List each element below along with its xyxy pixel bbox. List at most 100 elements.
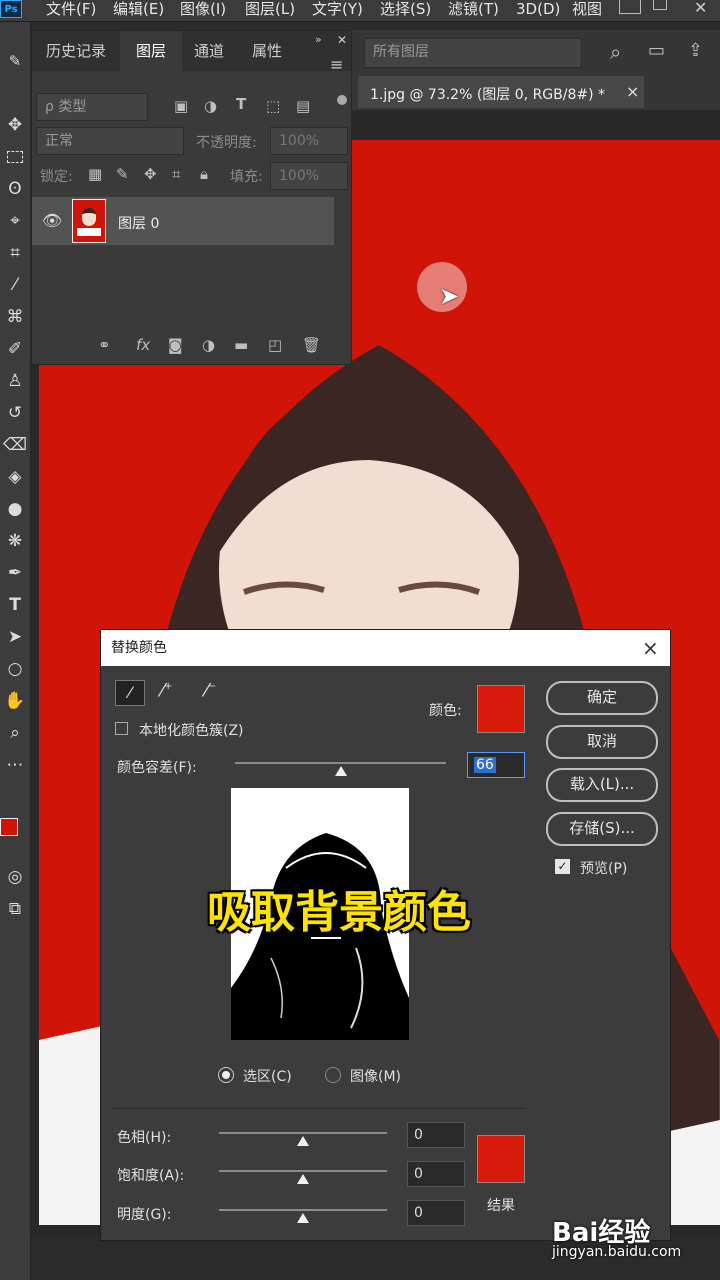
layer-name[interactable]: 图层 0 bbox=[118, 213, 159, 233]
close-window-icon[interactable]: ✕ bbox=[694, 0, 707, 17]
lightness-slider-thumb[interactable] bbox=[297, 1213, 309, 1223]
adjustment-icon[interactable]: ◑ bbox=[202, 336, 215, 354]
minimize-icon[interactable] bbox=[619, 0, 641, 14]
workspace-icon[interactable]: ▭ bbox=[648, 40, 665, 61]
radio-image[interactable] bbox=[325, 1067, 341, 1083]
document-tab-close-icon[interactable]: × bbox=[626, 82, 639, 101]
type-filter-icon[interactable]: T bbox=[236, 95, 246, 113]
opacity-input[interactable]: 100% bbox=[270, 127, 348, 155]
lightness-input[interactable]: 0 bbox=[407, 1200, 465, 1226]
result-swatch[interactable] bbox=[477, 1135, 525, 1183]
blend-mode-select[interactable]: 正常 bbox=[36, 127, 184, 155]
tab-channels[interactable]: 通道 bbox=[182, 31, 236, 71]
lasso-tool-icon[interactable]: ʘ bbox=[2, 176, 28, 202]
eyedropper-minus-icon[interactable]: ⁄− bbox=[205, 680, 216, 701]
path-selection-icon[interactable]: ➤ bbox=[2, 624, 28, 650]
foreground-color-swatch[interactable] bbox=[0, 818, 18, 836]
shape-filter-icon[interactable]: ⬚ bbox=[266, 97, 280, 115]
new-layer-icon[interactable]: ◰ bbox=[268, 336, 282, 354]
trash-icon[interactable]: 🗑︎ bbox=[302, 336, 321, 354]
sponge-tool-icon[interactable]: ❋ bbox=[2, 528, 28, 554]
zoom-tool-icon[interactable]: ⌕ bbox=[2, 720, 28, 746]
folder-icon[interactable]: ▬ bbox=[234, 336, 248, 354]
hue-input[interactable]: 0 bbox=[407, 1122, 465, 1148]
quick-selection-icon[interactable]: ⌖ bbox=[2, 208, 28, 234]
hue-slider-thumb[interactable] bbox=[297, 1136, 309, 1146]
paint-bucket-icon[interactable]: ◈ bbox=[2, 464, 28, 490]
saturation-slider-thumb[interactable] bbox=[297, 1174, 309, 1184]
fuzziness-slider-track[interactable] bbox=[235, 762, 446, 764]
marquee-tool-icon[interactable] bbox=[2, 144, 28, 170]
adjustment-filter-icon[interactable]: ◑ bbox=[204, 97, 217, 115]
maximize-icon[interactable] bbox=[653, 0, 667, 10]
lock-all-icon[interactable]: 🔒︎ bbox=[200, 165, 208, 183]
pen-tool-icon[interactable]: ✒ bbox=[2, 560, 28, 586]
cancel-button[interactable]: 取消 bbox=[546, 725, 658, 759]
menu-filter[interactable]: 滤镜(T) bbox=[448, 0, 499, 18]
hand-tool-icon[interactable]: ✋ bbox=[2, 688, 28, 714]
menu-edit[interactable]: 编辑(E) bbox=[113, 0, 164, 18]
lightness-slider-track[interactable] bbox=[219, 1209, 387, 1211]
lock-transparent-icon[interactable]: ▦ bbox=[88, 165, 102, 183]
lock-position-icon[interactable]: ✥ bbox=[144, 165, 157, 183]
share-icon[interactable]: ⇪ bbox=[688, 40, 703, 61]
menu-view[interactable]: 视图 bbox=[572, 0, 602, 18]
quick-mask-icon[interactable]: ◎ bbox=[2, 864, 28, 890]
clone-stamp-icon[interactable]: ♙ bbox=[2, 368, 28, 394]
radio-selection[interactable] bbox=[218, 1067, 234, 1083]
link-icon[interactable]: ⚭ bbox=[98, 336, 111, 354]
eraser-tool-icon[interactable]: ⌫ bbox=[2, 432, 28, 458]
menu-image[interactable]: 图像(I) bbox=[180, 0, 226, 18]
fuzziness-slider-thumb[interactable] bbox=[334, 766, 347, 776]
menu-type[interactable]: 文字(Y) bbox=[312, 0, 363, 18]
collapse-icon[interactable]: » bbox=[315, 33, 322, 46]
crop-tool-icon[interactable]: ⌗ bbox=[2, 240, 28, 266]
save-button[interactable]: 存储(S)... bbox=[546, 812, 658, 846]
pixel-filter-icon[interactable]: ▣ bbox=[174, 97, 188, 115]
brush-tool-preset-icon[interactable]: ✎ bbox=[2, 48, 28, 74]
localized-checkbox[interactable] bbox=[115, 722, 128, 735]
tab-properties[interactable]: 属性 bbox=[236, 31, 298, 71]
ok-button[interactable]: 确定 bbox=[546, 681, 658, 715]
lock-artboard-icon[interactable]: ⌗ bbox=[172, 165, 180, 183]
mask-icon[interactable]: ◙ bbox=[168, 336, 183, 354]
screen-mode-icon[interactable]: ⧉ bbox=[2, 896, 28, 922]
more-tools-icon[interactable]: ⋯ bbox=[2, 752, 28, 778]
blur-tool-icon[interactable]: ● bbox=[2, 496, 28, 522]
eyedropper-tool-icon[interactable]: ⁄ bbox=[2, 272, 28, 298]
brush-tool-icon[interactable]: ✐ bbox=[2, 336, 28, 362]
color-swatch[interactable] bbox=[477, 685, 525, 733]
tab-history[interactable]: 历史记录 bbox=[32, 31, 120, 71]
history-brush-icon[interactable]: ↺ bbox=[2, 400, 28, 426]
menu-3d[interactable]: 3D(D) bbox=[516, 0, 560, 18]
eyedropper-icon[interactable]: ⁄ bbox=[115, 680, 145, 706]
menu-layer[interactable]: 图层(L) bbox=[245, 0, 295, 18]
menu-select[interactable]: 选择(S) bbox=[380, 0, 431, 18]
ellipse-tool-icon[interactable]: ○ bbox=[2, 656, 28, 682]
saturation-input[interactable]: 0 bbox=[407, 1161, 465, 1187]
lock-image-icon[interactable]: ✎ bbox=[116, 165, 129, 183]
move-tool-icon[interactable]: ✥ bbox=[2, 112, 28, 138]
eyedropper-plus-icon[interactable]: ⁄+ bbox=[161, 680, 172, 701]
filter-toggle-icon[interactable] bbox=[337, 95, 347, 105]
panel-close-icon[interactable]: ✕ bbox=[337, 33, 347, 47]
saturation-slider-track[interactable] bbox=[219, 1170, 387, 1172]
visibility-eye-icon[interactable]: 👁︎ bbox=[42, 211, 62, 230]
smart-object-filter-icon[interactable]: ▤ bbox=[296, 97, 310, 115]
search-icon[interactable]: ⌕ bbox=[610, 40, 621, 64]
fill-input[interactable]: 100% bbox=[270, 162, 348, 190]
fx-icon[interactable]: fx bbox=[136, 336, 150, 354]
panel-menu-icon[interactable]: ≡ bbox=[330, 55, 343, 74]
filter-kind-select[interactable]: ρ 类型 bbox=[36, 93, 148, 121]
layer-filter-select[interactable]: 所有图层 bbox=[364, 38, 582, 68]
tab-layers[interactable]: 图层 bbox=[120, 31, 182, 71]
fuzziness-input[interactable]: 66 bbox=[467, 752, 525, 778]
type-tool-icon[interactable]: T bbox=[2, 592, 28, 618]
menu-file[interactable]: 文件(F) bbox=[46, 0, 96, 18]
dialog-close-icon[interactable]: × bbox=[642, 636, 659, 660]
preview-checkbox[interactable]: ✓ bbox=[555, 859, 570, 874]
load-button[interactable]: 载入(L)... bbox=[546, 768, 658, 802]
photoshop-logo: Ps bbox=[0, 0, 22, 18]
healing-brush-icon[interactable]: ⌘ bbox=[2, 304, 28, 330]
hue-slider-track[interactable] bbox=[219, 1132, 387, 1134]
